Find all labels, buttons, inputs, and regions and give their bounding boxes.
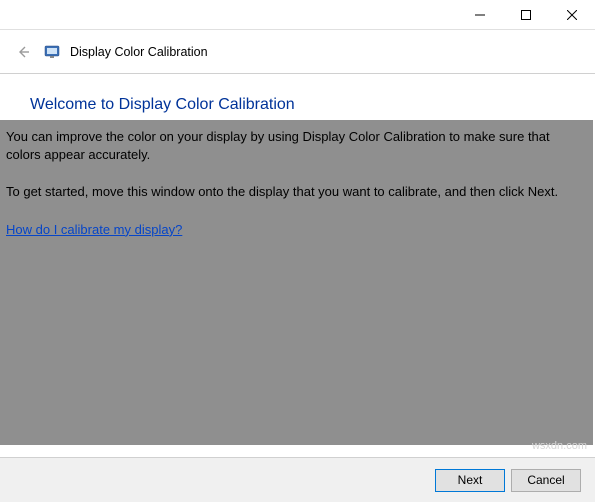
header-title: Display Color Calibration xyxy=(70,45,208,59)
app-icon xyxy=(44,44,60,60)
close-button[interactable] xyxy=(549,0,595,30)
intro-paragraph: You can improve the color on your displa… xyxy=(6,128,587,163)
body-panel: You can improve the color on your displa… xyxy=(0,120,593,445)
instruction-paragraph: To get started, move this window onto th… xyxy=(6,183,587,201)
cancel-button[interactable]: Cancel xyxy=(511,469,581,492)
next-button[interactable]: Next xyxy=(435,469,505,492)
page-title: Welcome to Display Color Calibration xyxy=(30,96,565,114)
titlebar xyxy=(0,0,595,30)
header-bar: Display Color Calibration xyxy=(0,30,595,74)
watermark: wsxdn.com xyxy=(532,440,587,452)
maximize-button[interactable] xyxy=(503,0,549,30)
help-link[interactable]: How do I calibrate my display? xyxy=(6,222,182,237)
window-controls xyxy=(457,0,595,29)
footer-bar: Next Cancel xyxy=(0,457,595,502)
back-button[interactable] xyxy=(12,41,34,63)
minimize-button[interactable] xyxy=(457,0,503,30)
